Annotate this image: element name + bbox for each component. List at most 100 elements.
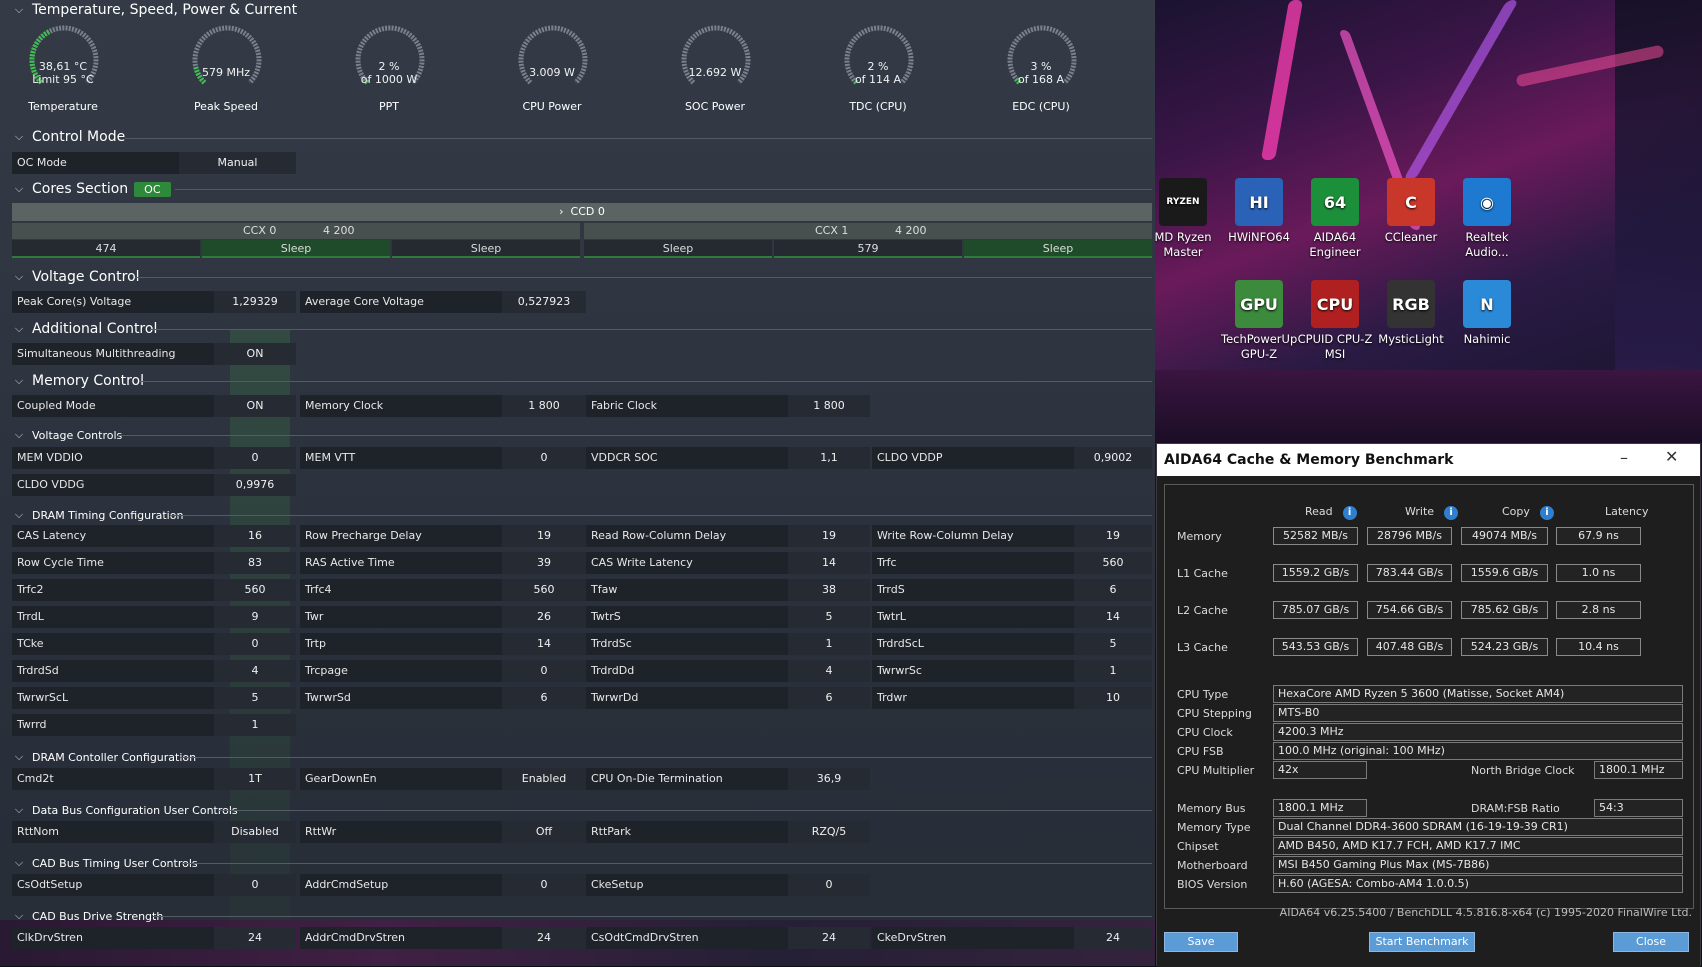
gauge-peak-speed: 579 MHz Peak Speed — [171, 22, 281, 113]
section-cad-timing[interactable]: ⌵ CAD Bus Timing User Controls — [12, 854, 198, 872]
timings-field-cas-latency[interactable]: CAS Latency 16 — [12, 525, 296, 547]
section-additional-control[interactable]: ⌵ Additional Control — [12, 320, 158, 338]
timings-field-write-row-column-delay[interactable]: Write Row-Column Delay 19 — [872, 525, 1152, 547]
desktop-shortcut-hwinfo[interactable]: HI HWiNFO64 — [1221, 178, 1297, 245]
window-titlebar[interactable]: AIDA64 Cache & Memory Benchmark – ✕ — [1157, 444, 1700, 476]
section-control-mode[interactable]: ⌵ Control Mode — [12, 128, 125, 146]
gauge-edc-cpu-: 3 % of 168 A EDC (CPU) — [986, 22, 1096, 113]
databus-field-rttwr[interactable]: RttWr Off — [300, 821, 586, 843]
desktop-shortcut-realtek[interactable]: ◉ Realtek Audio... — [1449, 178, 1525, 260]
timings-field-twr[interactable]: Twr 26 — [300, 606, 586, 628]
timings-field-trcpage[interactable]: Trcpage 0 — [300, 660, 586, 682]
timings-field-trdrddd[interactable]: TrdrdDd 4 — [586, 660, 870, 682]
timings-field-trfc2[interactable]: Trfc2 560 — [12, 579, 296, 601]
timings-field-twrwrsc[interactable]: TwrwrSc 1 — [872, 660, 1152, 682]
desktop-shortcut-ryzen-master[interactable]: RYZEN MD Ryzen Master — [1155, 178, 1221, 260]
caddrive-field-csodtcmddrvstren[interactable]: CsOdtCmdDrvStren 24 — [586, 927, 870, 949]
controller-field-cmd2t[interactable]: Cmd2t 1T — [12, 768, 296, 790]
section-temperature[interactable]: ⌵ Temperature, Speed, Power & Current — [12, 1, 297, 19]
desktop-shortcut-ccleaner[interactable]: C CCleaner — [1373, 178, 1449, 245]
fabric-clock-field[interactable]: Fabric Clock 1 800 — [586, 395, 870, 417]
timings-field-row-precharge-delay[interactable]: Row Precharge Delay 19 — [300, 525, 586, 547]
voltages-field-mem-vddio[interactable]: MEM VDDIO 0 — [12, 447, 296, 469]
window-body: Read i Write i Copy i Latency Memory 52582 M… — [1157, 476, 1700, 967]
caddrive-field-ckedrvstren[interactable]: CkeDrvStren 24 — [872, 927, 1152, 949]
minimize-icon[interactable]: – — [1620, 448, 1628, 467]
section-voltage-controls[interactable]: ⌵ Voltage Controls — [12, 426, 122, 444]
memory-clock-field[interactable]: Memory Clock 1 800 — [300, 395, 586, 417]
section-voltage-control[interactable]: ⌵ Voltage Control — [12, 268, 140, 286]
timings-field-trrdl[interactable]: TrrdL 9 — [12, 606, 296, 628]
timings-field-read-row-column-delay[interactable]: Read Row-Column Delay 19 — [586, 525, 870, 547]
caddrive-field-clkdrvstren[interactable]: ClkDrvStren 24 — [12, 927, 296, 949]
timings-field-trdwr[interactable]: Trdwr 10 — [872, 687, 1152, 709]
info-icon[interactable]: i — [1342, 506, 1357, 520]
desktop-shortcut-aida64[interactable]: 64 AIDA64 Engineer — [1297, 178, 1373, 260]
timings-field-twrwrdd[interactable]: TwrwrDd 6 — [586, 687, 870, 709]
result-copy: 49074 MB/s — [1461, 527, 1548, 545]
desktop-shortcut-cpuz[interactable]: CPU CPUID CPU-Z MSI — [1297, 280, 1373, 362]
section-memory-control[interactable]: ⌵ Memory Control — [12, 372, 144, 390]
cpu-clock-label: CPU Clock — [1177, 726, 1233, 739]
timings-field-twrwrscl[interactable]: TwrwrScL 5 — [12, 687, 296, 709]
timings-field-tcke[interactable]: TCke 0 — [12, 633, 296, 655]
peak-core-voltage-field[interactable]: Peak Core(s) Voltage 1,29329 — [12, 291, 296, 313]
desktop-shortcut-gpuz[interactable]: GPU TechPowerUp GPU-Z — [1221, 280, 1297, 362]
field-value: ON — [214, 343, 296, 365]
controller-field-geardownen[interactable]: GearDownEn Enabled — [300, 768, 586, 790]
databus-field-rttpark[interactable]: RttPark RZQ/5 — [586, 821, 870, 843]
info-icon[interactable]: i — [1444, 506, 1459, 520]
timings-field-tfaw[interactable]: Tfaw 38 — [586, 579, 870, 601]
section-data-bus[interactable]: ⌵ Data Bus Configuration User Controls — [12, 801, 238, 819]
gpuz-icon: GPU — [1235, 280, 1283, 328]
voltages-field-mem-vtt[interactable]: MEM VTT 0 — [300, 447, 586, 469]
timings-field-trdrdsc[interactable]: TrdrdSc 1 — [586, 633, 870, 655]
bios-value: H.60 (AGESA: Combo-AM4 1.0.0.5) — [1273, 875, 1683, 893]
section-cores[interactable]: ⌵ Cores Section OC — [12, 180, 171, 198]
close-button[interactable]: Close — [1613, 932, 1689, 952]
cpu-type-label: CPU Type — [1177, 688, 1229, 701]
timings-field-twtrl[interactable]: TwtrL 14 — [872, 606, 1152, 628]
gauge-dial-icon — [192, 25, 262, 85]
desktop-shortcut-mysticlight[interactable]: RGB MysticLight — [1373, 280, 1449, 347]
field-value: ON — [214, 395, 296, 417]
caddrive-field-addrcmddrvstren[interactable]: AddrCmdDrvStren 24 — [300, 927, 586, 949]
start-benchmark-button[interactable]: Start Benchmark — [1369, 932, 1475, 952]
timings-field-cas-write-latency[interactable]: CAS Write Latency 14 — [586, 552, 870, 574]
section-title: Control Mode — [32, 129, 126, 145]
section-dram-controller[interactable]: ⌵ DRAM Contoller Configuration — [12, 748, 196, 766]
field-value: Off — [502, 821, 586, 843]
timings-field-trtp[interactable]: Trtp 14 — [300, 633, 586, 655]
timings-field-twrrd[interactable]: Twrrd 1 — [12, 714, 296, 736]
cadtiming-field-ckesetup[interactable]: CkeSetup 0 — [586, 874, 870, 896]
timings-field-ras-active-time[interactable]: RAS Active Time 39 — [300, 552, 586, 574]
average-core-voltage-field[interactable]: Average Core Voltage 0,527923 — [300, 291, 586, 313]
coupled-mode-field[interactable]: Coupled Mode ON — [12, 395, 296, 417]
timings-field-trdrdsd[interactable]: TrdrdSd 4 — [12, 660, 296, 682]
save-button[interactable]: Save — [1164, 932, 1238, 952]
voltages-field-vddcr-soc[interactable]: VDDCR SOC 1,1 — [586, 447, 870, 469]
timings-field-row-cycle-time[interactable]: Row Cycle Time 83 — [12, 552, 296, 574]
section-dram-timing[interactable]: ⌵ DRAM Timing Configuration — [12, 506, 184, 524]
close-icon[interactable]: ✕ — [1665, 447, 1678, 466]
timings-field-trrds[interactable]: TrrdS 6 — [872, 579, 1152, 601]
timings-field-twtrs[interactable]: TwtrS 5 — [586, 606, 870, 628]
ccd-header[interactable]: › CCD 0 — [12, 203, 1152, 221]
cadtiming-field-csodtsetup[interactable]: CsOdtSetup 0 — [12, 874, 296, 896]
oc-mode-field[interactable]: OC Mode Manual — [12, 152, 296, 174]
timings-field-twrwrsd[interactable]: TwrwrSd 6 — [300, 687, 586, 709]
info-icon[interactable]: i — [1539, 506, 1554, 520]
databus-field-rttnom[interactable]: RttNom Disabled — [12, 821, 296, 843]
timings-field-trdrdscl[interactable]: TrdrdScL 5 — [872, 633, 1152, 655]
controller-field-cpu-on-die-termination[interactable]: CPU On-Die Termination 36,9 — [586, 768, 870, 790]
chevron-down-icon: ⌵ — [14, 322, 24, 335]
voltages-field-cldo-vddg[interactable]: CLDO VDDG 0,9976 — [12, 474, 296, 496]
timings-field-trfc4[interactable]: Trfc4 560 — [300, 579, 586, 601]
cadtiming-field-addrcmdsetup[interactable]: AddrCmdSetup 0 — [300, 874, 586, 896]
desktop-shortcut-nahimic[interactable]: N Nahimic — [1449, 280, 1525, 347]
section-cad-drive[interactable]: ⌵ CAD Bus Drive Strength — [12, 907, 164, 925]
field-value: 1,29329 — [214, 291, 296, 313]
timings-field-trfc[interactable]: Trfc 560 — [872, 552, 1152, 574]
smt-field[interactable]: Simultaneous Multithreading ON — [12, 343, 296, 365]
voltages-field-cldo-vddp[interactable]: CLDO VDDP 0,9002 — [872, 447, 1152, 469]
